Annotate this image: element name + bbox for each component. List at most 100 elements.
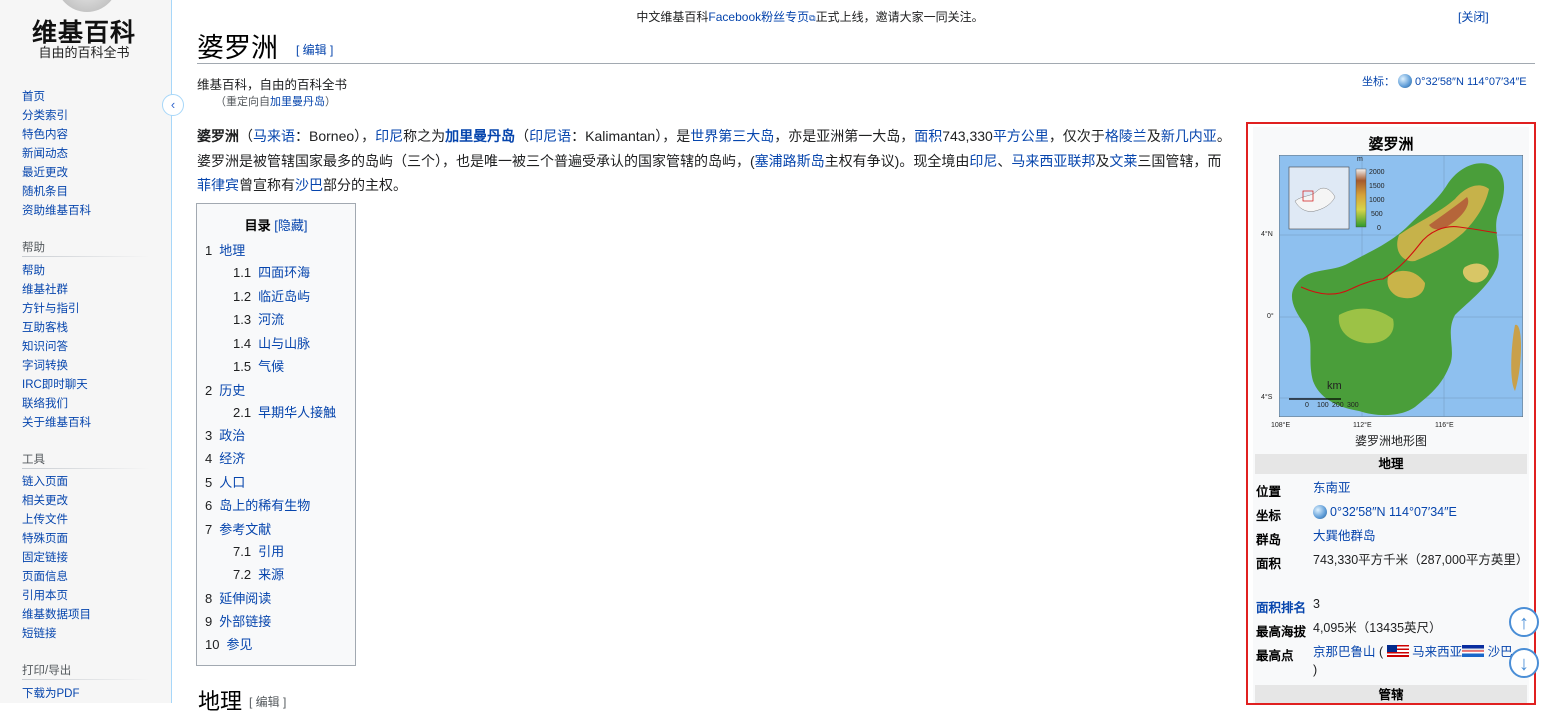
toc-label[interactable]: 临近岛屿 bbox=[258, 289, 310, 304]
nav-link[interactable]: 互助客栈 bbox=[22, 322, 68, 334]
toc-item[interactable]: 4 经济 bbox=[205, 448, 245, 467]
nav-link[interactable]: 链入页面 bbox=[22, 476, 68, 488]
nav-link[interactable]: 短链接 bbox=[22, 628, 57, 640]
toc-label[interactable]: 岛上的稀有生物 bbox=[219, 498, 310, 513]
nav-link[interactable]: 随机条目 bbox=[22, 186, 68, 198]
toc-item[interactable]: 1.2 临近岛屿 bbox=[233, 286, 310, 305]
toc-item[interactable]: 1.1 四面环海 bbox=[233, 262, 310, 281]
coordinates-label[interactable]: 坐标： bbox=[1362, 76, 1395, 88]
nav-link[interactable]: IRC即时聊天 bbox=[22, 379, 88, 391]
link[interactable]: 马来语 bbox=[253, 128, 295, 144]
site-notice: 中文维基百科Facebook粉丝专页⧉正式上线，邀请大家一同关注。 bbox=[560, 8, 1060, 25]
toc-item[interactable]: 1 地理 bbox=[205, 240, 245, 259]
link[interactable]: 印尼 bbox=[375, 128, 403, 144]
nav-link[interactable]: 固定链接 bbox=[22, 552, 68, 564]
toc-item[interactable]: 7 参考文献 bbox=[205, 519, 271, 538]
toc-number: 5 bbox=[205, 475, 213, 490]
toc-item[interactable]: 2.1 早期华人接触 bbox=[233, 402, 336, 421]
toc-item[interactable]: 6 岛上的稀有生物 bbox=[205, 495, 310, 514]
toc-item[interactable]: 1.4 山与山脉 bbox=[233, 333, 310, 352]
toc-label[interactable]: 外部链接 bbox=[219, 614, 271, 629]
nav-link[interactable]: 首页 bbox=[22, 91, 45, 103]
toc-item[interactable]: 8 延伸阅读 bbox=[205, 588, 271, 607]
nav-link[interactable]: 知识问答 bbox=[22, 341, 68, 353]
nav-link[interactable]: 相关更改 bbox=[22, 495, 68, 507]
nav-link[interactable]: 新闻动态 bbox=[22, 148, 68, 160]
title-edit-link[interactable]: [ 编辑 ] bbox=[296, 41, 333, 58]
link[interactable]: 印尼 bbox=[969, 153, 997, 169]
scroll-down-icon[interactable]: ↓ bbox=[1509, 648, 1539, 678]
section-edit-link[interactable]: [ 编辑 ] bbox=[249, 693, 286, 710]
toc-label[interactable]: 参考文献 bbox=[219, 522, 271, 537]
redirect-notice: （重定向自加里曼丹岛） bbox=[215, 93, 336, 109]
toc-label[interactable]: 人口 bbox=[219, 475, 245, 490]
nav-link[interactable]: 页面信息 bbox=[22, 571, 68, 583]
toc-item[interactable]: 7.1 引用 bbox=[233, 541, 284, 560]
nav-link[interactable]: 联络我们 bbox=[22, 398, 68, 410]
toc-label[interactable]: 山与山脉 bbox=[258, 336, 310, 351]
notice-facebook-link[interactable]: Facebook粉丝专页 bbox=[708, 10, 809, 24]
sidebar: 维基百科 自由的百科全书 首页 分类索引 特色内容 新闻动态 最近更改 随机条目… bbox=[0, 0, 172, 703]
nav-link[interactable]: 特殊页面 bbox=[22, 533, 68, 545]
toc-label[interactable]: 来源 bbox=[258, 567, 284, 582]
link[interactable]: 格陵兰 bbox=[1105, 128, 1147, 144]
toc-label[interactable]: 早期华人接触 bbox=[258, 405, 336, 420]
nav-link[interactable]: 特色内容 bbox=[22, 129, 68, 141]
title-edit-text[interactable]: [ 编辑 ] bbox=[296, 43, 333, 57]
nav-link[interactable]: 资助维基百科 bbox=[22, 205, 91, 217]
link-bold[interactable]: 加里曼丹岛 bbox=[445, 128, 515, 144]
toc-item[interactable]: 9 外部链接 bbox=[205, 611, 271, 630]
toc-number: 1.5 bbox=[233, 359, 252, 374]
toc-label[interactable]: 地理 bbox=[219, 243, 245, 258]
nav-link[interactable]: 帮助 bbox=[22, 265, 45, 277]
link[interactable]: 沙巴 bbox=[295, 177, 323, 193]
toc-item[interactable]: 5 人口 bbox=[205, 472, 245, 491]
link[interactable]: 文莱 bbox=[1109, 153, 1137, 169]
toc-item[interactable]: 2 历史 bbox=[205, 380, 245, 399]
nav-link[interactable]: 维基数据项目 bbox=[22, 609, 91, 621]
toc-hide-toggle[interactable]: [隐藏] bbox=[274, 218, 307, 233]
coordinates-value[interactable]: 0°32′58″N 114°07′34″E bbox=[1415, 76, 1527, 88]
toc-label[interactable]: 历史 bbox=[219, 383, 245, 398]
link[interactable]: 菲律宾 bbox=[197, 177, 239, 193]
toc-item[interactable]: 3 政治 bbox=[205, 425, 245, 444]
toc-label[interactable]: 经济 bbox=[219, 451, 245, 466]
nav-link[interactable]: 方针与指引 bbox=[22, 303, 80, 315]
nav-link[interactable]: 上传文件 bbox=[22, 514, 68, 526]
link[interactable]: 新几内亚 bbox=[1161, 128, 1217, 144]
globe-icon[interactable] bbox=[1398, 74, 1412, 88]
link[interactable]: 加里曼丹岛 bbox=[445, 128, 515, 144]
link[interactable]: 塞浦路斯岛 bbox=[755, 153, 825, 169]
toc-label[interactable]: 政治 bbox=[219, 428, 245, 443]
collapse-sidebar-icon[interactable]: ‹ bbox=[162, 94, 184, 116]
text: 称之为 bbox=[403, 128, 446, 144]
link[interactable]: 马来西亚联邦 bbox=[1011, 153, 1095, 169]
toc-label[interactable]: 四面环海 bbox=[258, 265, 310, 280]
wikipedia-globe-logo[interactable] bbox=[56, 0, 118, 12]
lead-bold-title: 婆罗洲 bbox=[197, 128, 239, 144]
nav-link[interactable]: 分类索引 bbox=[22, 110, 68, 122]
toc-item[interactable]: 1.5 气候 bbox=[233, 356, 284, 375]
toc-label[interactable]: 引用 bbox=[258, 544, 284, 559]
toc-label[interactable]: 延伸阅读 bbox=[219, 591, 271, 606]
nav-link[interactable]: 字词转换 bbox=[22, 360, 68, 372]
nav-link[interactable]: 维基社群 bbox=[22, 284, 68, 296]
nav-link[interactable]: 最近更改 bbox=[22, 167, 68, 179]
toc-label[interactable]: 参见 bbox=[226, 637, 252, 652]
link[interactable]: 世界第三大岛 bbox=[690, 128, 774, 144]
toc-item[interactable]: 1.3 河流 bbox=[233, 309, 284, 328]
text: ：Borneo）， bbox=[295, 128, 376, 144]
link[interactable]: 印尼语 bbox=[529, 128, 571, 144]
link[interactable]: 面积 bbox=[914, 128, 942, 144]
scroll-up-icon[interactable]: ↑ bbox=[1509, 607, 1539, 637]
nav-link[interactable]: 引用本页 bbox=[22, 590, 68, 602]
toc-item[interactable]: 7.2 来源 bbox=[233, 564, 284, 583]
toc-label[interactable]: 气候 bbox=[258, 359, 284, 374]
redirect-source-link[interactable]: 加里曼丹岛 bbox=[270, 96, 325, 108]
toc-item[interactable]: 10 参见 bbox=[205, 634, 252, 653]
nav-link[interactable]: 关于维基百科 bbox=[22, 417, 91, 429]
nav-link[interactable]: 下载为PDF bbox=[22, 688, 80, 700]
link[interactable]: 平方公里 bbox=[993, 128, 1049, 144]
notice-close-button[interactable]: [关闭] bbox=[1458, 8, 1489, 25]
toc-label[interactable]: 河流 bbox=[258, 312, 284, 327]
